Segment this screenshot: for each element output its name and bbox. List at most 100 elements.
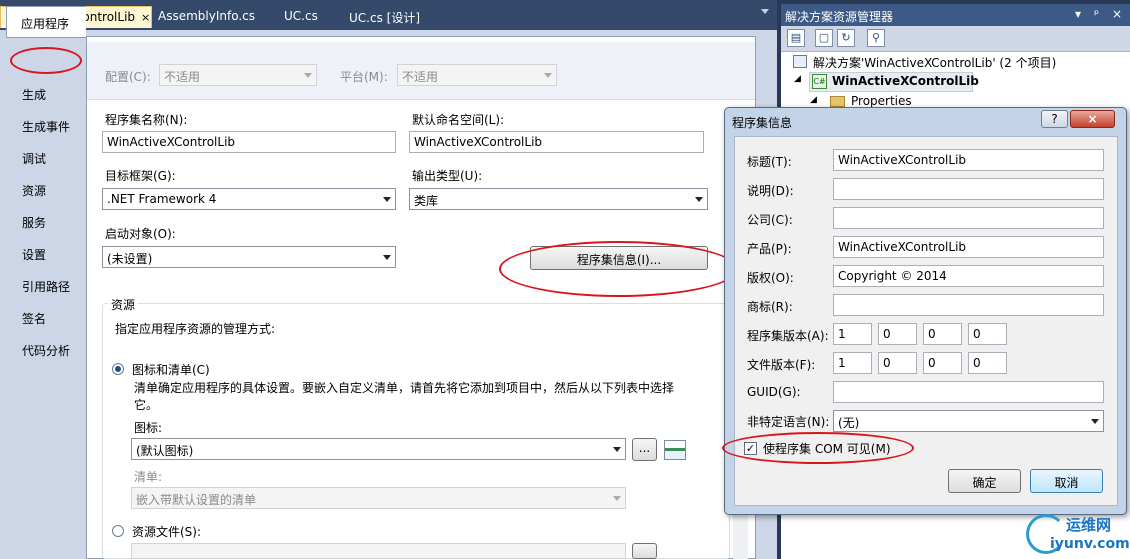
pin-icon[interactable]: ᵖ — [1094, 7, 1099, 21]
tab-overflow-icon[interactable] — [761, 9, 769, 14]
company-field-input[interactable] — [833, 207, 1104, 229]
file-version-major[interactable]: 1 — [833, 352, 872, 374]
resource-file-radio[interactable] — [112, 525, 124, 537]
tab-debug[interactable]: 调试 — [22, 150, 46, 167]
expand-icon[interactable]: ◢ — [810, 95, 817, 105]
copyright-field-value: Copyright © 2014 — [838, 269, 947, 283]
namespace-input[interactable]: WinActiveXControlLib — [409, 131, 704, 153]
tab-signing[interactable]: 签名 — [22, 310, 46, 327]
description-field-input[interactable] — [833, 178, 1104, 200]
assembly-version-major[interactable]: 1 — [833, 323, 872, 345]
tab-label: 代码分析 — [22, 344, 71, 358]
tab-build-events[interactable]: 生成事件 — [22, 118, 70, 135]
watermark-url: iyunv.com — [1050, 536, 1130, 552]
resource-file-input[interactable] — [131, 543, 626, 559]
tab-code-analysis[interactable]: 代码分析 — [22, 342, 70, 359]
tab-services[interactable]: 服务 — [22, 214, 46, 231]
chevron-down-icon — [383, 197, 391, 202]
icon-manifest-label: 图标和清单(C) — [132, 363, 210, 377]
output-type-value: 类库 — [414, 194, 439, 208]
trademark-field-input[interactable] — [833, 294, 1104, 316]
tab-resources[interactable]: 资源 — [22, 182, 46, 199]
platform-combo[interactable]: 不适用 — [397, 64, 557, 86]
assembly-name-input[interactable]: WinActiveXControlLib — [102, 131, 396, 153]
chevron-down-icon — [695, 197, 703, 202]
manifest-value: 嵌入带默认设置的清单 — [136, 493, 257, 507]
chevron-down-icon — [1091, 419, 1099, 424]
doc-tab-uc-design[interactable]: UC.cs [设计] — [343, 6, 426, 28]
chevron-down-icon — [304, 73, 312, 78]
config-combo[interactable]: 不适用 — [159, 64, 317, 86]
target-framework-combo[interactable]: .NET Framework 4 — [102, 188, 396, 210]
platform-value: 不适用 — [402, 70, 439, 84]
guid-input[interactable] — [833, 381, 1104, 403]
startup-object-value: (未设置) — [107, 252, 153, 266]
file-version-build[interactable]: 0 — [923, 352, 962, 374]
resources-group-label: 资源 — [108, 296, 139, 313]
chevron-down-icon — [383, 255, 391, 260]
manifest-combo[interactable]: 嵌入带默认设置的清单 — [131, 487, 626, 509]
platform-label: 平台(M): — [340, 70, 388, 84]
assembly-version-minor[interactable]: 0 — [878, 323, 917, 345]
tab-label: 签名 — [22, 312, 47, 326]
tab-label: 调试 — [22, 152, 47, 166]
doc-tab-assemblyinfo[interactable]: AssemblyInfo.cs — [152, 6, 261, 28]
properties-icon[interactable]: ▤ — [787, 29, 805, 47]
startup-object-combo[interactable]: (未设置) — [102, 246, 396, 268]
chevron-down-icon — [613, 447, 621, 452]
doc-tab-uc[interactable]: UC.cs — [278, 6, 324, 28]
neutral-language-label: 非特定语言(N): — [747, 415, 830, 429]
expand-icon[interactable]: ◢ — [794, 74, 801, 84]
highlight-circle-tab — [10, 47, 82, 74]
ok-button[interactable]: 确定 — [948, 469, 1021, 493]
tab-label: 生成事件 — [22, 120, 71, 134]
icon-manifest-radio[interactable] — [112, 363, 124, 375]
dialog-close-button[interactable]: × — [1070, 110, 1115, 128]
assembly-version-revision[interactable]: 0 — [968, 323, 1007, 345]
resources-description: 指定应用程序资源的管理方式: — [115, 322, 276, 336]
watermark-logo: 运维网 iyunv.com — [1024, 512, 1130, 556]
doc-tab-label: AssemblyInfo.cs — [158, 9, 256, 23]
description-field-label: 说明(D): — [747, 184, 794, 198]
icon-combo[interactable]: (默认图标) — [131, 438, 626, 460]
help-button[interactable]: ? — [1041, 110, 1068, 128]
close-icon[interactable]: × — [1112, 7, 1122, 21]
startup-object-label: 启动对象(O): — [105, 227, 176, 241]
assembly-version-build[interactable]: 0 — [923, 323, 962, 345]
neutral-language-combo[interactable]: (无) — [833, 410, 1104, 432]
output-type-combo[interactable]: 类库 — [409, 188, 708, 210]
product-field-label: 产品(P): — [747, 242, 792, 256]
config-value: 不适用 — [164, 70, 201, 84]
tab-reference-paths[interactable]: 引用路径 — [22, 278, 70, 295]
tab-build[interactable]: 生成 — [22, 86, 46, 103]
icon-value: (默认图标) — [136, 444, 194, 458]
file-version-minor[interactable]: 0 — [878, 352, 917, 374]
resource-file-browse-button[interactable] — [632, 543, 657, 559]
document-tab-bar: WinActiveXControlLib× AssemblyInfo.cs UC… — [0, 0, 777, 30]
file-version-revision[interactable]: 0 — [968, 352, 1007, 374]
doc-tab-label: UC.cs [设计] — [349, 11, 421, 25]
refresh-icon[interactable]: ↻ — [837, 29, 855, 47]
show-all-files-icon[interactable]: ▢ — [815, 29, 833, 47]
class-diagram-icon[interactable]: ⚲ — [867, 29, 885, 47]
properties-node[interactable]: Properties — [851, 94, 912, 108]
product-field-input[interactable]: WinActiveXControlLib — [833, 236, 1104, 258]
copyright-field-input[interactable]: Copyright © 2014 — [833, 265, 1104, 287]
solution-node[interactable]: 解决方案'WinActiveXControlLib' (2 个项目) — [813, 54, 1056, 71]
close-icon[interactable]: × — [141, 11, 150, 24]
tab-label: 应用程序 — [21, 17, 70, 31]
manifest-label: 清单: — [134, 470, 163, 484]
cancel-button[interactable]: 取消 — [1030, 469, 1103, 493]
browse-icon-button[interactable]: ... — [632, 438, 657, 461]
assembly-version-label: 程序集版本(A): — [747, 329, 829, 343]
guid-label: GUID(G): — [747, 385, 801, 399]
tab-application[interactable]: 应用程序 — [6, 6, 86, 38]
assembly-name-label: 程序集名称(N): — [105, 113, 188, 127]
company-field-label: 公司(C): — [747, 213, 793, 227]
resource-file-label: 资源文件(S): — [132, 525, 202, 539]
csharp-project-icon: C# — [812, 74, 827, 89]
tab-settings[interactable]: 设置 — [22, 246, 46, 263]
project-label: WinActiveXControlLib — [832, 74, 979, 88]
title-field-input[interactable]: WinActiveXControlLib — [833, 149, 1104, 171]
dropdown-icon[interactable]: ▾ — [1075, 7, 1081, 21]
